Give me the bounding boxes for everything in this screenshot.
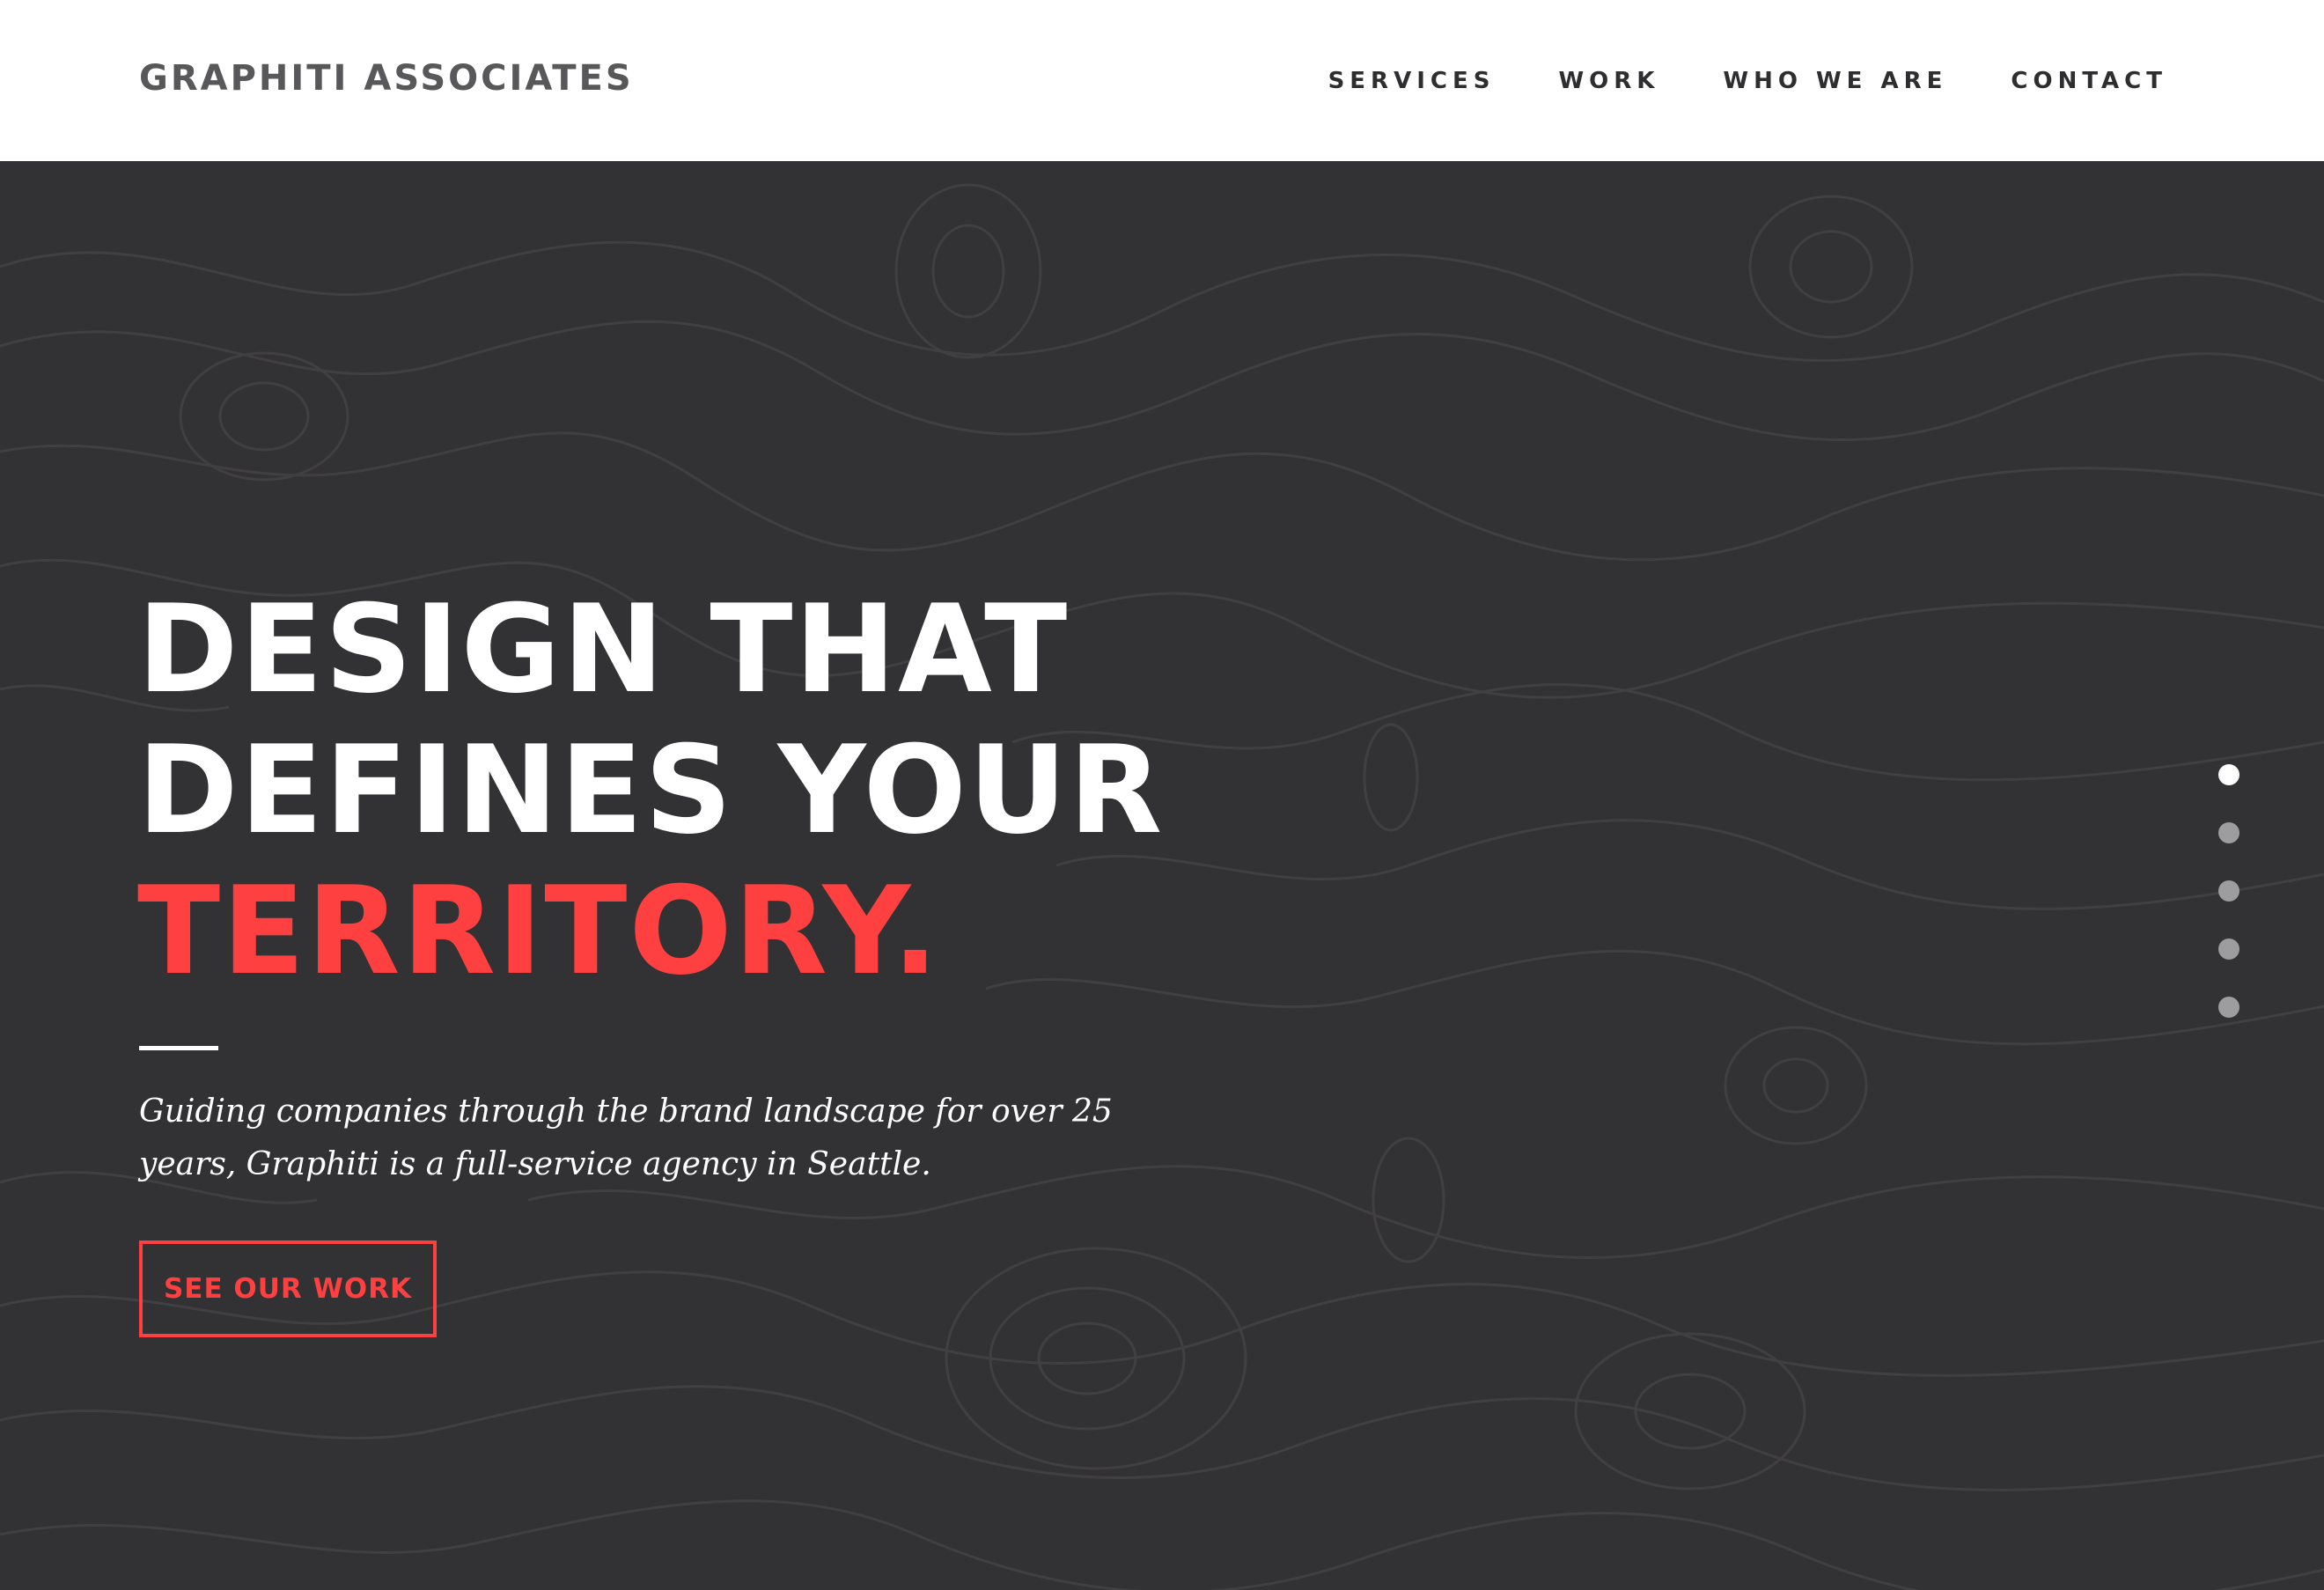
slide-dot-4[interactable]	[2218, 939, 2239, 960]
headline-line-3: TERRITORY.	[137, 860, 940, 1002]
slide-dot-5[interactable]	[2218, 997, 2239, 1018]
slide-dot-2[interactable]	[2218, 822, 2239, 843]
see-our-work-button[interactable]: SEE OUR WORK	[139, 1240, 437, 1337]
slide-pagination	[2218, 764, 2239, 1018]
nav-work[interactable]: WORK	[1558, 62, 1659, 100]
headline-line-2: DEFINES YOUR	[137, 719, 1165, 861]
headline-line-1: DESIGN THAT	[137, 578, 1070, 720]
nav-who-we-are[interactable]: WHO WE ARE	[1723, 62, 1947, 100]
logo[interactable]: GRAPHITI ASSOCIATES	[139, 55, 634, 102]
main-nav: SERVICES WORK WHO WE ARE CONTACT	[1328, 62, 2167, 100]
nav-services[interactable]: SERVICES	[1328, 62, 1496, 100]
hero-intro: Guiding companies through the brand land…	[139, 1093, 1113, 1182]
slide-dot-3[interactable]	[2218, 880, 2239, 902]
hero-headline: DESIGN THAT DEFINES YOUR TERRITORY.	[137, 579, 1164, 1002]
hero-section: DESIGN THAT DEFINES YOUR TERRITORY. Guid…	[0, 161, 2324, 1590]
site-header: GRAPHITI ASSOCIATES SERVICES WORK WHO WE…	[0, 0, 2324, 161]
nav-contact[interactable]: CONTACT	[2011, 62, 2167, 100]
slide-dot-1[interactable]	[2218, 764, 2239, 785]
divider	[139, 1046, 218, 1050]
